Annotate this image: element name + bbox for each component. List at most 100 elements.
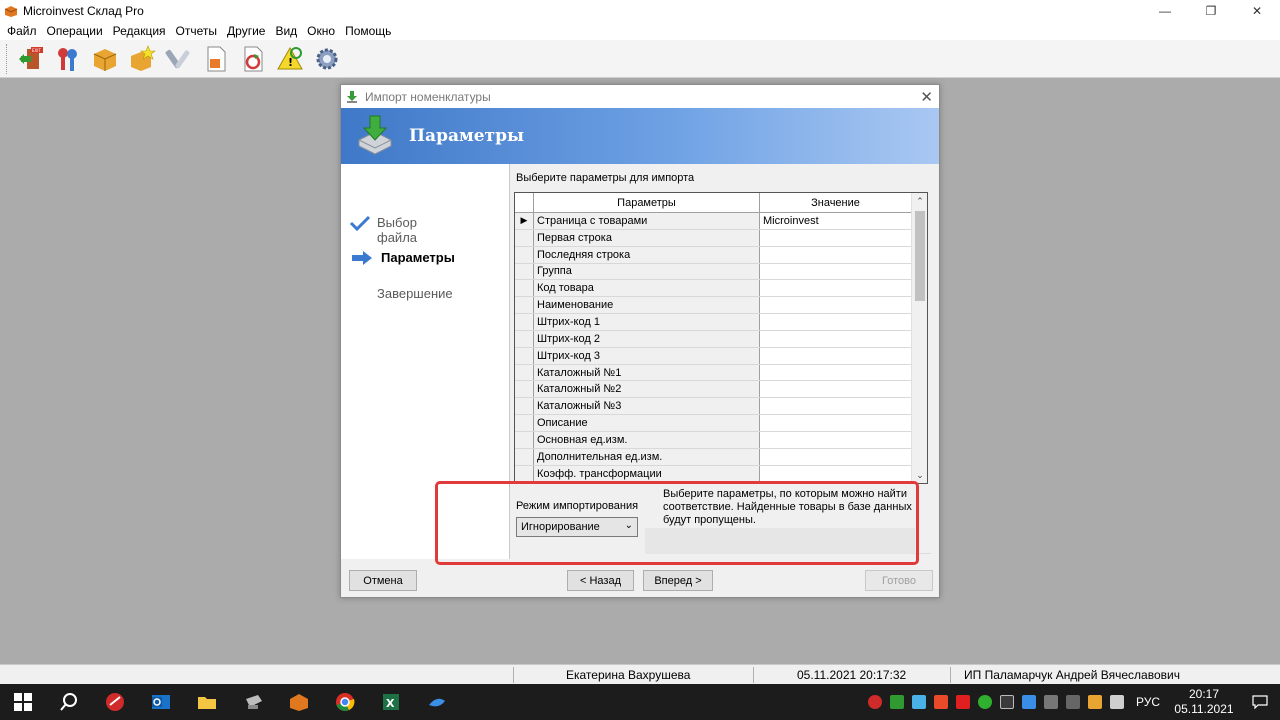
tray-cdn[interactable] (952, 684, 974, 720)
value-cell[interactable] (760, 431, 911, 448)
table-row[interactable]: Группа (515, 263, 911, 281)
taskbar-clock[interactable]: 20:17 05.11.2021 (1168, 687, 1240, 717)
row-selector[interactable] (515, 263, 534, 280)
menu-window[interactable]: Окно (302, 24, 340, 38)
value-cell[interactable] (760, 347, 911, 364)
table-row[interactable]: Коэфф. трансформации (515, 465, 911, 483)
scroll-down-icon[interactable]: ⌄ (912, 467, 927, 483)
scroll-thumb[interactable] (915, 211, 925, 301)
start-button[interactable] (0, 684, 46, 720)
grid-column-parameters[interactable]: Параметры (534, 193, 760, 213)
menu-help[interactable]: Помощь (340, 24, 396, 38)
menu-reports[interactable]: Отчеты (171, 24, 222, 38)
dialog-close-button[interactable]: ✕ (920, 88, 933, 106)
taskbar-app-chrome[interactable] (322, 684, 368, 720)
tray-network[interactable] (996, 684, 1018, 720)
tray-vpn[interactable] (908, 684, 930, 720)
row-selector[interactable] (515, 381, 534, 398)
tray-app-red[interactable] (864, 684, 886, 720)
users-button[interactable] (52, 43, 84, 75)
close-button[interactable]: ✕ (1234, 0, 1280, 22)
parameters-grid[interactable]: Параметры Значение ▶ Страница с товарами M… (514, 192, 928, 484)
value-cell[interactable] (760, 448, 911, 465)
notifications-button[interactable] (1240, 684, 1280, 720)
row-selector[interactable] (515, 398, 534, 415)
settings-button[interactable] (311, 43, 343, 75)
row-selector[interactable] (515, 465, 534, 482)
value-cell[interactable] (760, 330, 911, 347)
keyboard-language[interactable]: РУС (1128, 695, 1168, 709)
import-mode-select[interactable]: Игнорирование ⌄ (516, 517, 638, 537)
tray-app-green[interactable] (886, 684, 908, 720)
row-selector[interactable] (515, 415, 534, 431)
value-cell[interactable] (760, 314, 911, 330)
tray-mail[interactable] (930, 684, 952, 720)
value-cell[interactable] (760, 280, 911, 297)
menu-edit[interactable]: Редакция (108, 24, 171, 38)
row-selector[interactable] (515, 229, 534, 246)
param-cell[interactable]: Группа (534, 263, 760, 280)
goods-button[interactable] (89, 43, 121, 75)
toolbar-grip[interactable] (6, 43, 9, 74)
table-row[interactable]: ▶ Страница с товарами Microinvest (515, 213, 911, 230)
row-selector[interactable] (515, 280, 534, 297)
table-row[interactable]: Наименование (515, 297, 911, 315)
maximize-button[interactable]: ❐ (1188, 0, 1234, 22)
param-cell[interactable]: Первая строка (534, 229, 760, 246)
row-selector[interactable] (515, 297, 534, 314)
grid-scrollbar[interactable]: ⌃ ⌄ (911, 193, 927, 483)
row-selector[interactable] (515, 347, 534, 364)
table-row[interactable]: Дополнительная ед.изм. (515, 448, 911, 466)
param-cell[interactable]: Наименование (534, 297, 760, 314)
taskbar-app-microinvest[interactable] (92, 684, 138, 720)
tray-volume[interactable] (1106, 684, 1128, 720)
finish-button[interactable]: Готово (865, 570, 933, 591)
warning-refresh-button[interactable]: ! (274, 43, 306, 75)
tray-app-blue[interactable] (1018, 684, 1040, 720)
value-cell[interactable] (760, 364, 911, 381)
value-cell[interactable] (760, 381, 911, 398)
tray-keyboard[interactable] (1040, 684, 1062, 720)
taskbar-app-edge[interactable] (414, 684, 460, 720)
menu-file[interactable]: Файл (2, 24, 42, 38)
row-selector[interactable] (515, 364, 534, 381)
exit-button[interactable]: EXIT (15, 43, 47, 75)
menu-view[interactable]: Вид (270, 24, 302, 38)
tray-app[interactable] (974, 684, 996, 720)
value-cell[interactable] (760, 465, 911, 482)
tray-security[interactable] (1084, 684, 1106, 720)
param-cell[interactable]: Штрих-код 3 (534, 347, 760, 364)
param-cell[interactable]: Страница с товарами (534, 213, 760, 229)
taskbar-app-printer[interactable] (230, 684, 276, 720)
param-cell[interactable]: Основная ед.изм. (534, 431, 760, 448)
value-cell[interactable] (760, 398, 911, 415)
menu-other[interactable]: Другие (222, 24, 270, 38)
cancel-button[interactable]: Отмена (349, 570, 417, 591)
row-selector[interactable]: ▶ (515, 213, 534, 229)
taskbar-app-explorer[interactable] (184, 684, 230, 720)
document-goods-button[interactable] (200, 43, 232, 75)
param-cell[interactable]: Штрих-код 1 (534, 314, 760, 330)
table-row[interactable]: Каталожный №1 (515, 364, 911, 382)
menu-operations[interactable]: Операции (42, 24, 108, 38)
dialog-titlebar[interactable]: Импорт номенклатуры ✕ (341, 85, 939, 108)
next-button[interactable]: Вперед > (643, 570, 713, 591)
value-cell[interactable] (760, 263, 911, 280)
value-cell[interactable] (760, 297, 911, 314)
param-cell[interactable]: Каталожный №3 (534, 398, 760, 415)
param-cell[interactable]: Коэфф. трансформации (534, 465, 760, 482)
value-cell[interactable]: Microinvest (760, 213, 911, 229)
table-row[interactable]: Каталожный №3 (515, 398, 911, 416)
scroll-up-icon[interactable]: ⌃ (912, 193, 927, 209)
table-row[interactable]: Описание (515, 415, 911, 432)
table-row[interactable]: Первая строка (515, 229, 911, 247)
param-cell[interactable]: Описание (534, 415, 760, 431)
grid-column-value[interactable]: Значение (760, 193, 911, 213)
table-row[interactable]: Основная ед.изм. (515, 431, 911, 449)
param-cell[interactable]: Дополнительная ед.изм. (534, 448, 760, 465)
table-row[interactable]: Штрих-код 3 (515, 347, 911, 365)
table-row[interactable]: Код товара (515, 280, 911, 298)
document-refresh-button[interactable] (237, 43, 269, 75)
new-goods-button[interactable] (126, 43, 158, 75)
param-cell[interactable]: Штрих-код 2 (534, 330, 760, 347)
